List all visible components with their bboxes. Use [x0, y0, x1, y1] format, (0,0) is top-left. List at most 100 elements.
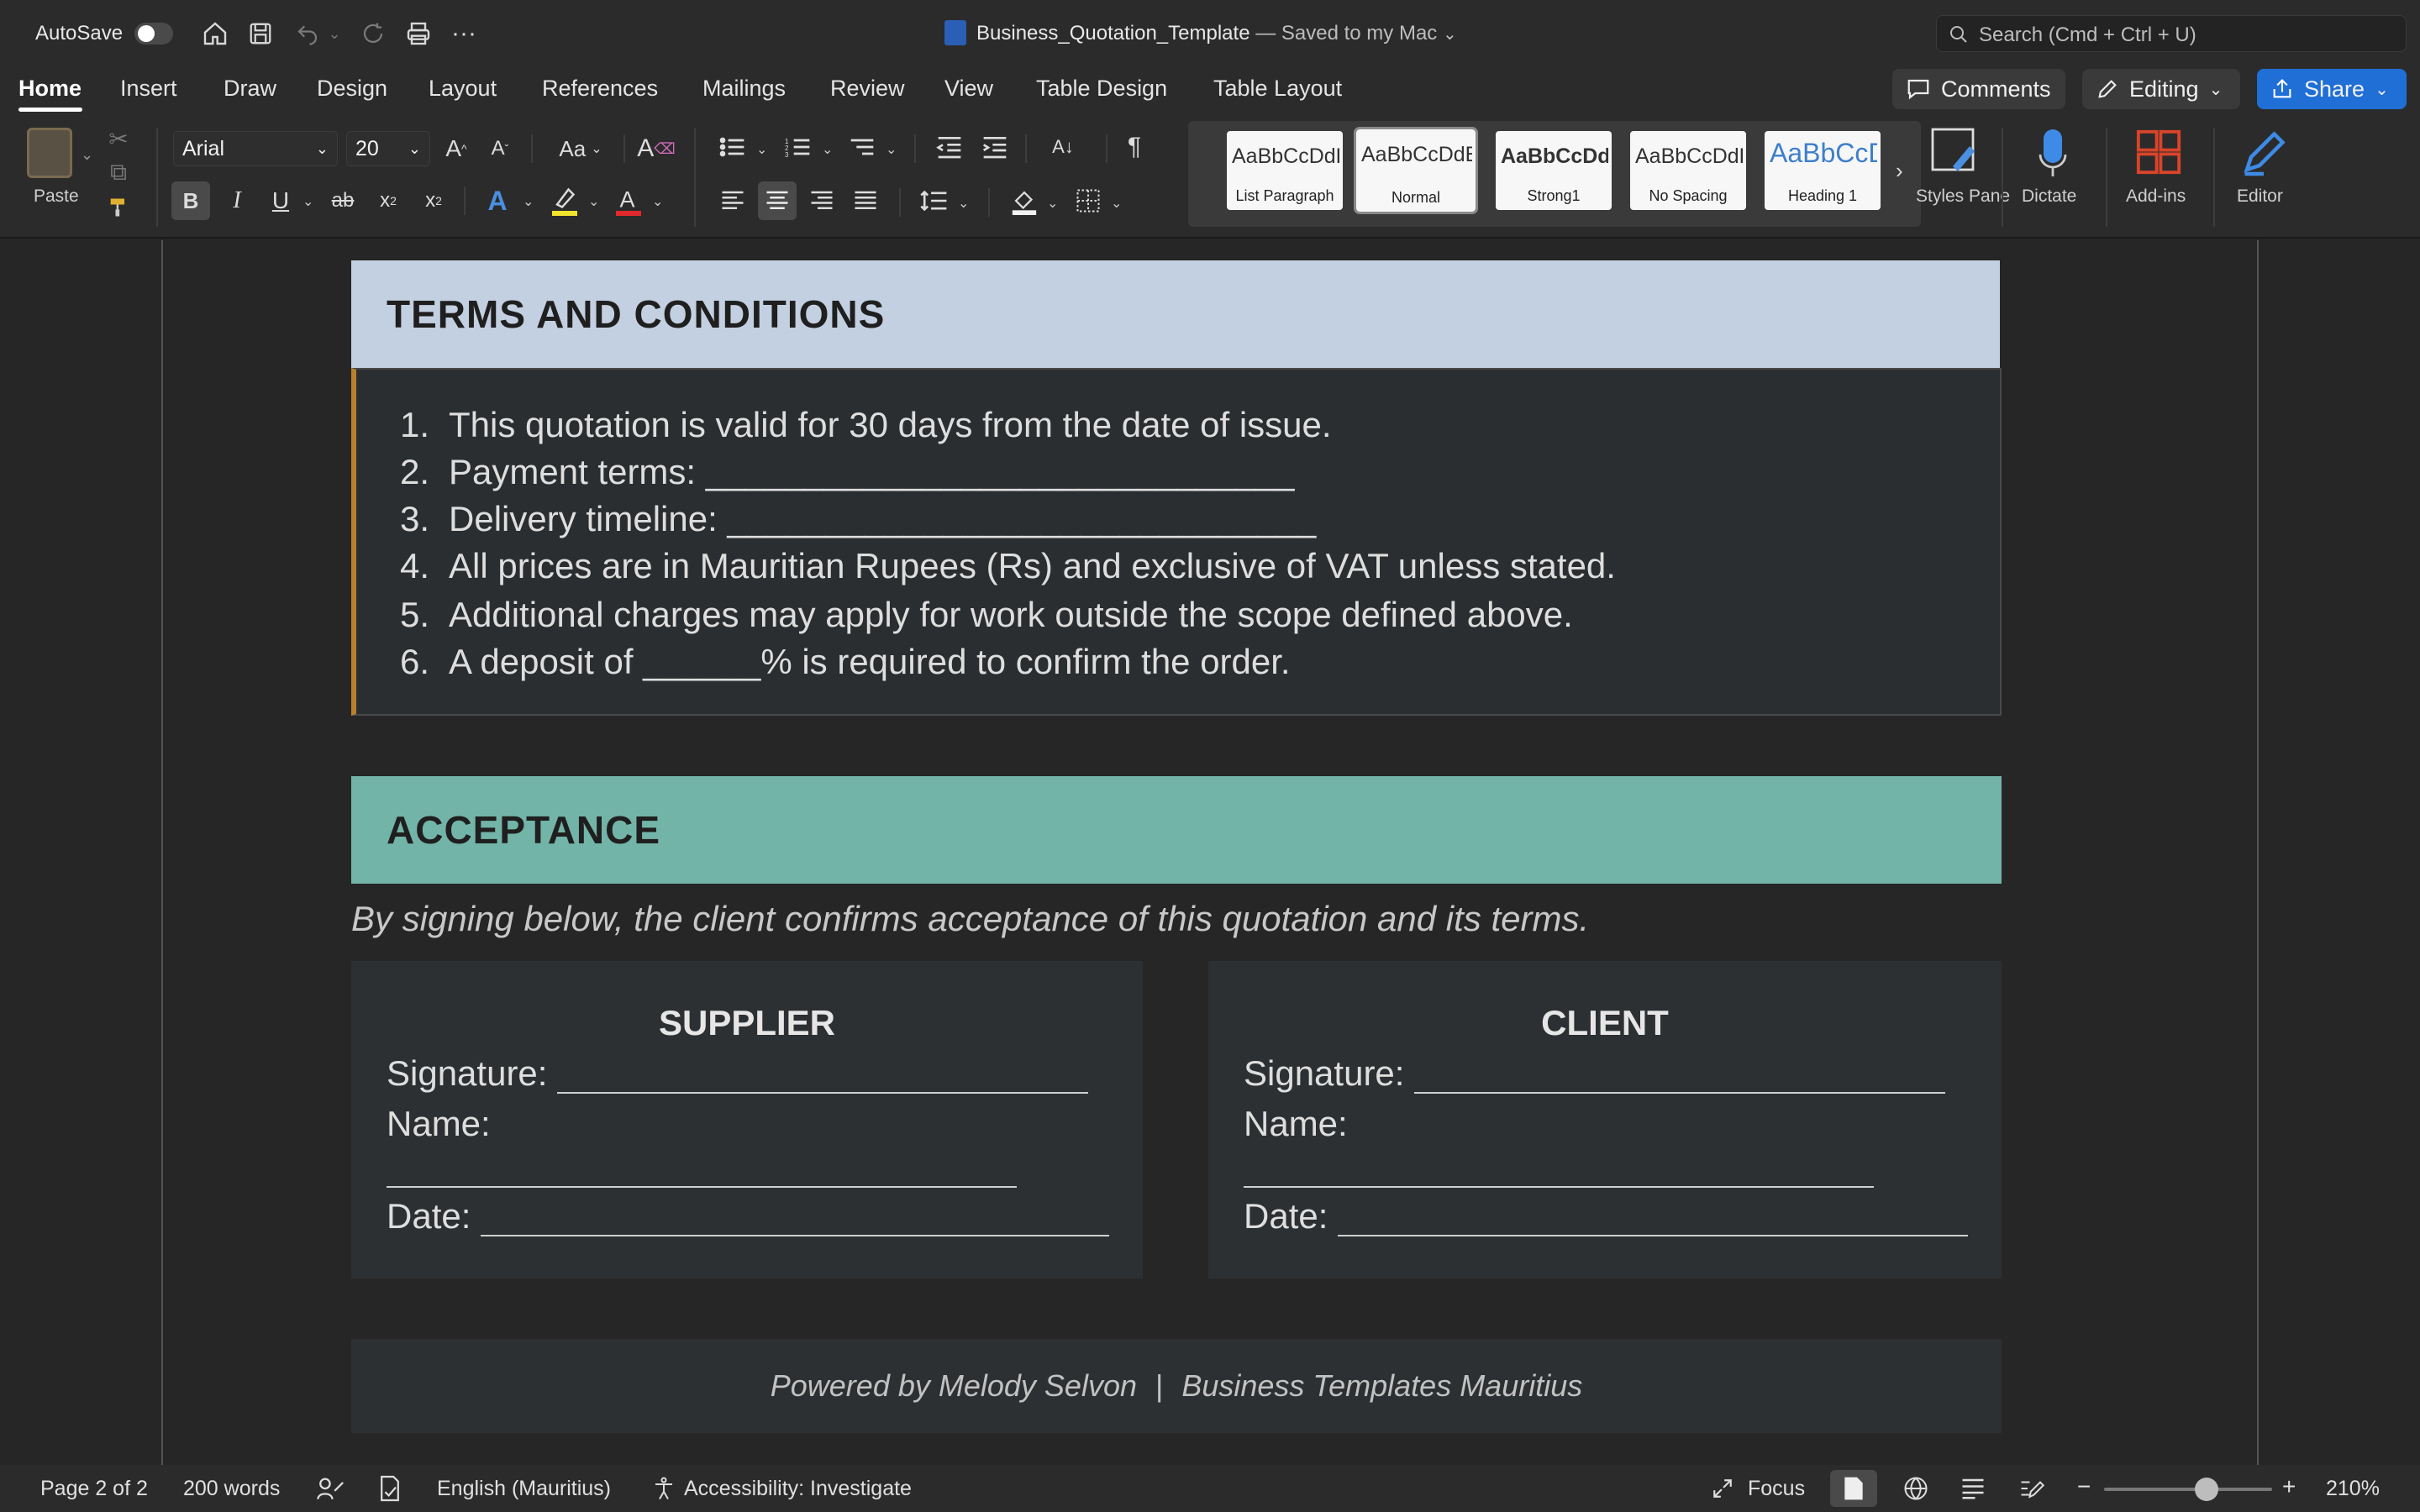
borders-icon[interactable] — [1071, 183, 1106, 218]
font-color-icon[interactable]: A — [610, 181, 647, 220]
date-blank[interactable] — [481, 1203, 1110, 1236]
increase-indent-icon[interactable] — [978, 129, 1012, 165]
zoom-out-button[interactable]: − — [2077, 1473, 2091, 1500]
zoom-slider-thumb[interactable] — [2195, 1478, 2218, 1501]
track-changes-icon[interactable] — [314, 1473, 348, 1504]
microphone-icon[interactable] — [2037, 126, 2069, 180]
supplier-date-line[interactable]: Date: — [387, 1196, 1110, 1236]
signature-blank[interactable] — [557, 1060, 1089, 1094]
cut-icon[interactable]: ✂ — [106, 126, 131, 152]
underline-dropdown-icon[interactable]: ⌄ — [302, 193, 313, 210]
style-heading-1[interactable]: AaBbCcDd Heading 1 — [1765, 131, 1881, 210]
tab-design[interactable]: Design — [317, 76, 387, 102]
paste-dropdown-icon[interactable]: ⌄ — [81, 146, 93, 164]
tab-table-design[interactable]: Table Design — [1036, 76, 1167, 102]
web-layout-icon[interactable] — [1901, 1473, 1931, 1504]
draft-view-icon[interactable] — [2017, 1473, 2047, 1504]
autosave-toggle[interactable] — [134, 23, 173, 45]
client-name-blank[interactable] — [1244, 1152, 1874, 1188]
chevron-down-icon[interactable]: ⌄ — [886, 141, 897, 158]
zoom-level[interactable]: 210% — [2326, 1477, 2380, 1501]
chevron-down-icon[interactable]: ⌄ — [1047, 195, 1058, 212]
underline-button[interactable]: U — [264, 181, 297, 220]
tab-mailings[interactable]: Mailings — [702, 76, 786, 102]
redo-icon[interactable] — [356, 17, 390, 50]
tab-review[interactable]: Review — [830, 76, 905, 102]
signature-blank[interactable] — [1414, 1060, 1946, 1094]
more-icon[interactable]: ··· — [447, 17, 481, 50]
tab-view[interactable]: View — [944, 76, 993, 102]
format-painter-icon[interactable] — [106, 193, 131, 222]
client-signature-line[interactable]: Signature: — [1244, 1053, 1946, 1094]
align-left-icon[interactable] — [716, 183, 750, 218]
numbering-icon[interactable]: 123 — [781, 129, 815, 165]
tab-references[interactable]: References — [542, 76, 658, 102]
page-count[interactable]: Page 2 of 2 — [40, 1477, 148, 1501]
focus-label[interactable]: Focus — [1748, 1477, 1805, 1501]
chevron-down-icon[interactable]: ⌄ — [756, 141, 767, 158]
tab-insert[interactable]: Insert — [120, 76, 177, 102]
line-spacing-icon[interactable] — [916, 183, 953, 218]
supplier-name-blank[interactable] — [387, 1152, 1017, 1188]
superscript-button[interactable]: x2 — [417, 181, 450, 220]
proofing-icon[interactable] — [373, 1473, 407, 1504]
tab-layout[interactable]: Layout — [429, 76, 497, 102]
supplier-signature-line[interactable]: Signature: — [387, 1053, 1089, 1094]
editor-icon[interactable] — [2237, 126, 2291, 180]
chevron-down-icon[interactable]: ⌄ — [588, 193, 599, 210]
multilevel-list-icon[interactable] — [845, 129, 879, 165]
accessibility-icon[interactable] — [649, 1473, 679, 1504]
decrease-indent-icon[interactable] — [933, 129, 966, 165]
style-strong1[interactable]: AaBbCcDdE Strong1 — [1496, 131, 1612, 210]
paste-icon[interactable] — [27, 128, 72, 178]
justify-icon[interactable] — [849, 183, 882, 218]
strikethrough-button[interactable]: ab — [326, 181, 360, 220]
styles-pane-icon[interactable] — [1929, 126, 1978, 178]
print-layout-icon[interactable] — [1830, 1470, 1877, 1507]
zoom-slider[interactable] — [2104, 1488, 2272, 1491]
undo-icon[interactable] — [291, 17, 324, 50]
chevron-right-icon[interactable]: › — [1896, 158, 1903, 184]
change-case-button[interactable]: Aa ⌄ — [551, 133, 610, 165]
date-blank[interactable] — [1338, 1203, 1969, 1236]
font-name-select[interactable]: Arial ⌄ — [173, 131, 338, 166]
client-date-line[interactable]: Date: — [1244, 1196, 1969, 1236]
subscript-button[interactable]: x2 — [371, 181, 405, 220]
text-effects-icon[interactable]: A — [481, 181, 514, 220]
align-right-icon[interactable] — [805, 183, 839, 218]
tab-draw[interactable]: Draw — [224, 76, 276, 102]
focus-icon[interactable] — [1707, 1473, 1738, 1504]
document-title[interactable]: Business_Quotation_Template — Saved to m… — [976, 22, 1457, 45]
style-normal[interactable]: AaBbCcDdEe Normal — [1354, 127, 1478, 214]
chevron-down-icon[interactable]: ⌄ — [822, 141, 833, 158]
sort-icon[interactable]: A↓ — [1045, 129, 1081, 165]
chevron-down-icon[interactable]: ⌄ — [958, 195, 969, 212]
comments-button[interactable]: Comments — [1892, 69, 2065, 109]
home-icon[interactable] — [198, 17, 232, 50]
shrink-font-icon[interactable]: Aˇ — [484, 133, 516, 165]
tab-home[interactable]: Home — [18, 76, 82, 102]
tab-table-layout[interactable]: Table Layout — [1213, 76, 1342, 102]
style-list-paragraph[interactable]: AaBbCcDdEe List Paragraph — [1227, 131, 1343, 210]
style-no-spacing[interactable]: AaBbCcDdEe No Spacing — [1630, 131, 1746, 210]
language-status[interactable]: English (Mauritius) — [437, 1477, 611, 1501]
chevron-down-icon[interactable]: ⌄ — [652, 193, 663, 210]
undo-dropdown-icon[interactable]: ⌄ — [326, 24, 343, 44]
save-icon[interactable] — [244, 17, 277, 50]
show-formatting-icon[interactable]: ¶ — [1118, 129, 1151, 165]
word-count[interactable]: 200 words — [183, 1477, 280, 1501]
grow-font-icon[interactable]: A ^ — [440, 133, 472, 165]
share-button[interactable]: Share ⌄ — [2257, 69, 2407, 109]
accessibility-status[interactable]: Accessibility: Investigate — [684, 1477, 912, 1501]
font-size-select[interactable]: 20 ⌄ — [346, 131, 430, 166]
add-ins-icon[interactable] — [2133, 126, 2185, 178]
copy-icon[interactable]: ⧉ — [106, 159, 131, 185]
bold-button[interactable]: B — [171, 181, 210, 220]
print-icon[interactable] — [402, 17, 435, 50]
align-center-icon[interactable] — [758, 181, 797, 220]
bullets-icon[interactable] — [716, 129, 750, 165]
highlight-icon[interactable] — [546, 181, 583, 220]
clear-formatting-icon[interactable]: A ⌫ — [637, 131, 675, 166]
editing-mode-button[interactable]: Editing ⌄ — [2082, 69, 2240, 109]
chevron-down-icon[interactable]: ⌄ — [523, 193, 534, 210]
